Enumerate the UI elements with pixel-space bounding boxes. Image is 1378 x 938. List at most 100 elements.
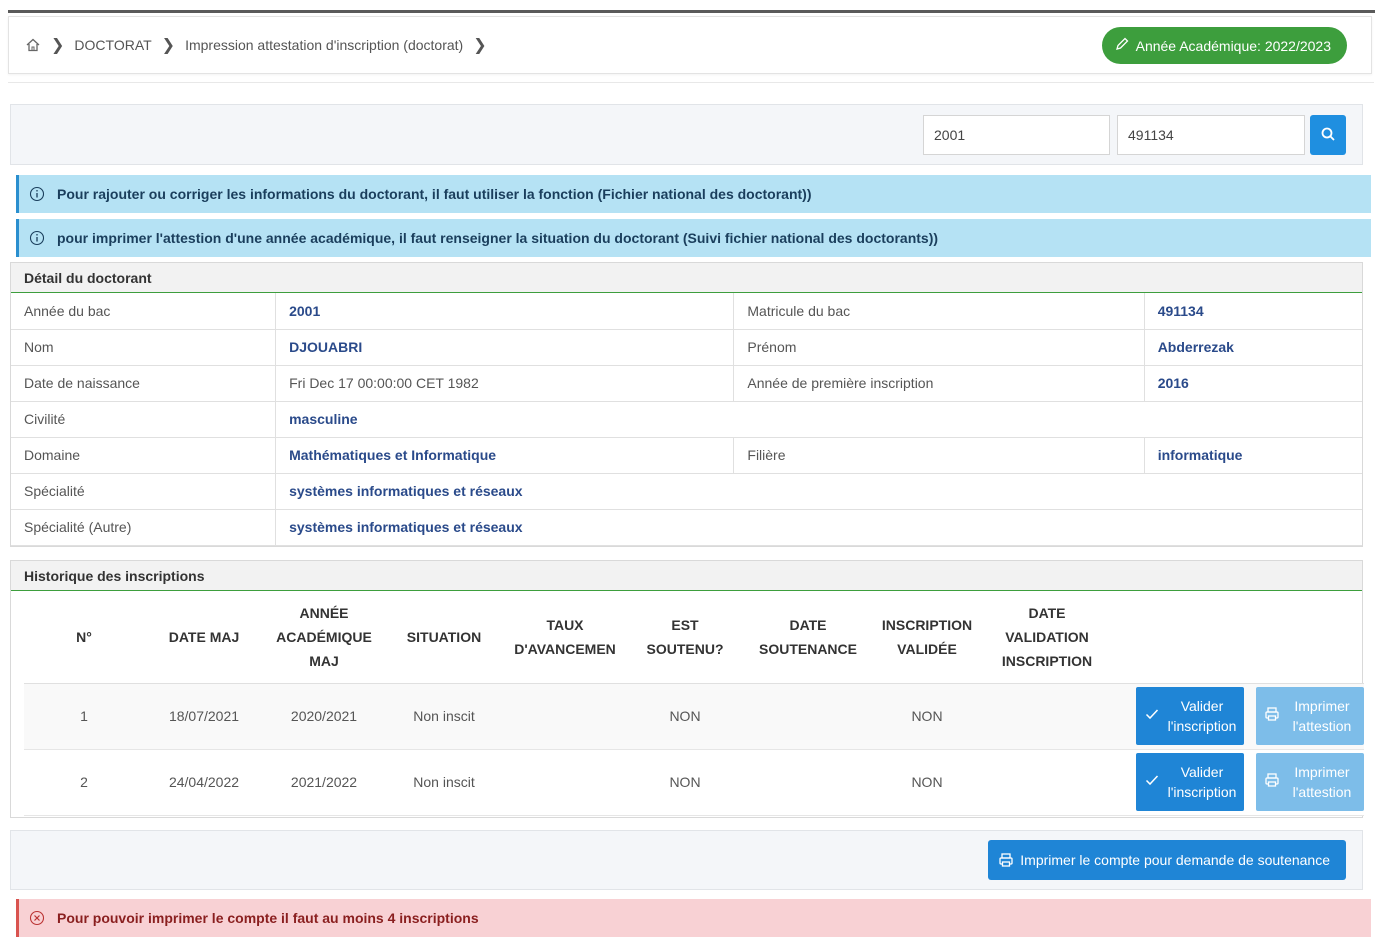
col-header-soutenu[interactable]: EST SOUTENU? <box>626 591 744 684</box>
doctorant-detail-card: Détail du doctorant Année du bac 2001 Ma… <box>10 262 1363 547</box>
bac-year-input[interactable] <box>923 115 1110 155</box>
cell-taux <box>504 749 626 816</box>
button-label: Imprimer le compte pour demande de soute… <box>1020 852 1330 868</box>
breadcrumb-doctorat[interactable]: DOCTORAT ❯ <box>74 35 185 55</box>
button-label: Valider <box>1180 698 1224 714</box>
cell-actions: Valider l'inscription Imprimer l'attestion <box>1112 683 1364 750</box>
field-label: Spécialité <box>11 473 276 510</box>
field-value: Abderrezak <box>1143 329 1362 366</box>
button-label: Valider <box>1180 764 1224 780</box>
breadcrumb: ❯ DOCTORAT ❯ Impression attestation d'in… <box>8 16 1372 74</box>
check-icon <box>1144 706 1160 727</box>
home-icon[interactable] <box>25 37 41 53</box>
validate-inscription-button[interactable]: Valider l'inscription <box>1136 687 1244 745</box>
card-title: Historique des inscriptions <box>11 561 1362 591</box>
table-row: Année du bac 2001 Matricule du bac 49113… <box>11 293 1362 330</box>
breadcrumb-item-label[interactable]: DOCTORAT <box>74 37 151 53</box>
field-value: Fri Dec 17 00:00:00 CET 1982 <box>275 365 734 402</box>
cell-situation: Non inscit <box>384 683 504 750</box>
search-button[interactable] <box>1310 115 1346 155</box>
info-alert-text: pour imprimer l'attestion d'une année ac… <box>57 230 939 246</box>
print-icon <box>1264 772 1280 793</box>
col-header-date-maj[interactable]: DATE MAJ <box>144 591 264 684</box>
field-label: Spécialité (Autre) <box>11 509 276 546</box>
academic-year-badge[interactable]: Année Académique: 2022/2023 <box>1101 27 1347 64</box>
field-value: systèmes informatiques et réseaux <box>275 509 1362 546</box>
col-header-taux[interactable]: TAUX D'AVANCEMEN <box>504 591 626 684</box>
cell-annee: 2020/2021 <box>264 683 384 750</box>
field-label: Civilité <box>11 401 276 438</box>
col-header-date-validation[interactable]: DATE VALIDATION INSCRIPTION <box>982 591 1112 684</box>
print-icon <box>998 852 1014 868</box>
cell-validee: NON <box>872 683 982 750</box>
cell-date-maj: 18/07/2021 <box>144 683 264 750</box>
button-label: Imprimer <box>1294 764 1350 780</box>
field-value: masculine <box>275 401 1362 438</box>
col-header-inscription-validee[interactable]: INSCRIPTION VALIDÉE <box>872 591 982 684</box>
button-label: l'attestion <box>1292 718 1352 734</box>
cell-date-validation <box>982 749 1112 816</box>
field-value: informatique <box>1143 437 1362 474</box>
col-header-situation[interactable]: SITUATION <box>384 591 504 684</box>
search-icon <box>1320 126 1336 145</box>
breadcrumb-impression[interactable]: Impression attestation d'inscription (do… <box>185 35 497 55</box>
cell-soutenu: NON <box>626 683 744 750</box>
field-value: DJOUABRI <box>275 329 734 366</box>
field-value: systèmes informatiques et réseaux <box>275 473 1362 510</box>
info-alert-fichier: Pour rajouter ou corriger les informatio… <box>16 175 1371 213</box>
cell-soutenu: NON <box>626 749 744 816</box>
cell-num: 1 <box>24 683 144 750</box>
table-row: 1 18/07/2021 2020/2021 Non inscit NON NO… <box>24 683 1364 750</box>
table-row: Domaine Mathématiques et Informatique Fi… <box>11 437 1362 474</box>
print-attestation-button[interactable]: Imprimer l'attestion <box>1256 687 1364 745</box>
history-table: N° DATE MAJ ANNÉE ACADÉMIQUE MAJ SITUATION… <box>24 591 1364 816</box>
col-header-num[interactable]: N° <box>24 591 144 684</box>
validate-inscription-button[interactable]: Valider l'inscription <box>1136 753 1244 811</box>
chevron-right-icon: ❯ <box>51 37 65 54</box>
history-card: Historique des inscriptions N° DATE MAJ … <box>10 560 1364 818</box>
col-header-date-soutenance[interactable]: DATE SOUTENANCE <box>744 591 872 684</box>
button-label: l'inscription <box>1167 718 1237 734</box>
chevron-right-icon: ❯ <box>161 37 176 54</box>
table-row: 2 24/04/2022 2021/2022 Non inscit NON NO… <box>24 749 1364 816</box>
footer-panel: Imprimer le compte pour demande de soute… <box>10 830 1363 890</box>
info-icon <box>29 186 45 202</box>
field-label: Date de naissance <box>11 365 276 402</box>
field-label: Année de première inscription <box>733 365 1145 402</box>
print-attestation-button[interactable]: Imprimer l'attestion <box>1256 753 1364 811</box>
cell-annee: 2021/2022 <box>264 749 384 816</box>
print-icon <box>1264 706 1280 727</box>
button-label: l'inscription <box>1167 784 1237 800</box>
table-header-row: N° DATE MAJ ANNÉE ACADÉMIQUE MAJ SITUATION… <box>24 591 1364 684</box>
bac-matricule-input[interactable] <box>1117 115 1305 155</box>
cell-situation: Non inscit <box>384 749 504 816</box>
field-value: 2016 <box>1143 365 1362 402</box>
button-label: l'attestion <box>1292 784 1352 800</box>
table-row: Spécialité (Autre) systèmes informatique… <box>11 509 1362 546</box>
field-label: Matricule du bac <box>733 293 1145 330</box>
detail-table: Année du bac 2001 Matricule du bac 49113… <box>11 293 1362 546</box>
field-label: Nom <box>11 329 276 366</box>
table-row: Civilité masculine <box>11 401 1362 438</box>
field-label: Filière <box>733 437 1145 474</box>
check-icon <box>1144 772 1160 793</box>
cell-date-maj: 24/04/2022 <box>144 749 264 816</box>
danger-alert-text: Pour pouvoir imprimer le compte il faut … <box>57 910 479 926</box>
cell-validee: NON <box>872 749 982 816</box>
info-icon <box>29 230 45 246</box>
print-account-button[interactable]: Imprimer le compte pour demande de soute… <box>988 840 1346 880</box>
cell-num: 2 <box>24 749 144 816</box>
button-label: Imprimer <box>1294 698 1350 714</box>
field-value: Mathématiques et Informatique <box>275 437 734 474</box>
danger-alert: Pour pouvoir imprimer le compte il faut … <box>16 899 1371 937</box>
divider <box>8 82 1374 83</box>
col-header-annee[interactable]: ANNÉE ACADÉMIQUE MAJ <box>264 591 384 684</box>
breadcrumb-home[interactable]: ❯ <box>25 35 74 55</box>
table-row: Date de naissance Fri Dec 17 00:00:00 CE… <box>11 365 1362 402</box>
field-value: 2001 <box>275 293 734 330</box>
pencil-icon <box>1114 36 1130 55</box>
table-row: Nom DJOUABRI Prénom Abderrezak <box>11 329 1362 366</box>
breadcrumb-item-label[interactable]: Impression attestation d'inscription (do… <box>185 37 463 53</box>
field-value: 491134 <box>1143 293 1362 330</box>
cell-date-soutenance <box>744 683 872 750</box>
